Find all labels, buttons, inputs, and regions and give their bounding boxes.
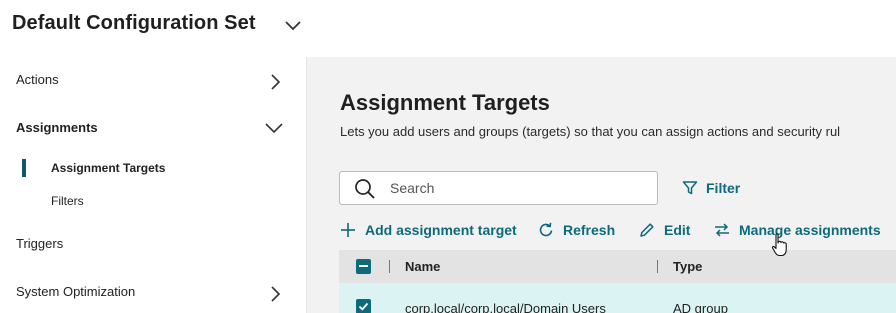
sidebar-item-triggers[interactable]: Triggers	[0, 223, 307, 263]
column-header-type[interactable]: Type	[673, 259, 702, 274]
row-checkbox[interactable]	[356, 299, 371, 313]
sidebar-item-system-optimization[interactable]: System Optimization	[0, 271, 307, 311]
manage-assignments-label: Manage assignments	[739, 222, 881, 238]
search-box[interactable]	[339, 171, 658, 205]
filter-button[interactable]: Filter	[682, 177, 740, 199]
column-separator	[389, 260, 390, 273]
sidebar-item-label: Actions	[16, 72, 59, 87]
table-header: Name Type	[339, 250, 896, 283]
cell-type: AD group	[673, 301, 728, 313]
chevron-right-icon	[271, 74, 281, 90]
configuration-set-title[interactable]: Default Configuration Set	[12, 12, 256, 35]
refresh-button[interactable]: Refresh	[537, 219, 615, 241]
column-separator	[657, 260, 658, 273]
transfer-arrows-icon	[715, 223, 729, 237]
sidebar-subitem-assignment-targets[interactable]: Assignment Targets	[0, 153, 307, 183]
manage-assignments-button[interactable]: Manage assignments	[713, 219, 881, 241]
main-content: Assignment Targets Lets you add users an…	[307, 57, 896, 313]
sidebar-subitem-filters[interactable]: Filters	[0, 186, 307, 216]
pencil-icon	[640, 223, 654, 237]
page-title: Assignment Targets	[340, 90, 550, 115]
refresh-icon	[539, 222, 553, 237]
chevron-right-icon	[271, 286, 281, 302]
plus-icon	[341, 223, 355, 237]
sidebar-item-label: Assignments	[16, 120, 98, 135]
add-assignment-target-button[interactable]: Add assignment target	[339, 219, 517, 241]
hand-cursor-icon	[771, 233, 787, 257]
sidebar-item-actions[interactable]: Actions	[0, 59, 307, 99]
search-icon	[355, 179, 375, 199]
search-input[interactable]	[390, 172, 650, 204]
add-assignment-target-label: Add assignment target	[365, 222, 517, 238]
table-row[interactable]: corp.local/corp.local/Domain Users AD gr…	[339, 283, 896, 313]
app-header: Default Configuration Set	[0, 0, 896, 57]
sidebar-item-assignments[interactable]: Assignments	[0, 107, 307, 147]
filter-icon	[682, 181, 698, 195]
page-description: Lets you add users and groups (targets) …	[340, 124, 841, 139]
checkmark-icon	[358, 302, 369, 311]
sidebar-subitem-label: Filters	[51, 194, 84, 208]
edit-label: Edit	[664, 222, 691, 238]
select-all-checkbox[interactable]	[356, 259, 371, 274]
chevron-down-icon[interactable]	[282, 14, 304, 36]
refresh-label: Refresh	[563, 222, 616, 238]
column-header-name[interactable]: Name	[405, 259, 440, 274]
chevron-down-icon	[265, 123, 283, 134]
sidebar-subitem-label: Assignment Targets	[51, 161, 166, 175]
filter-label: Filter	[706, 180, 741, 196]
sidebar-item-label: System Optimization	[16, 284, 136, 299]
sidebar-item-label: Triggers	[16, 236, 64, 251]
edit-button[interactable]: Edit	[638, 219, 690, 241]
sidebar: Actions Assignments Assignment Targets F…	[0, 57, 307, 313]
cell-name: corp.local/corp.local/Domain Users	[405, 301, 606, 313]
